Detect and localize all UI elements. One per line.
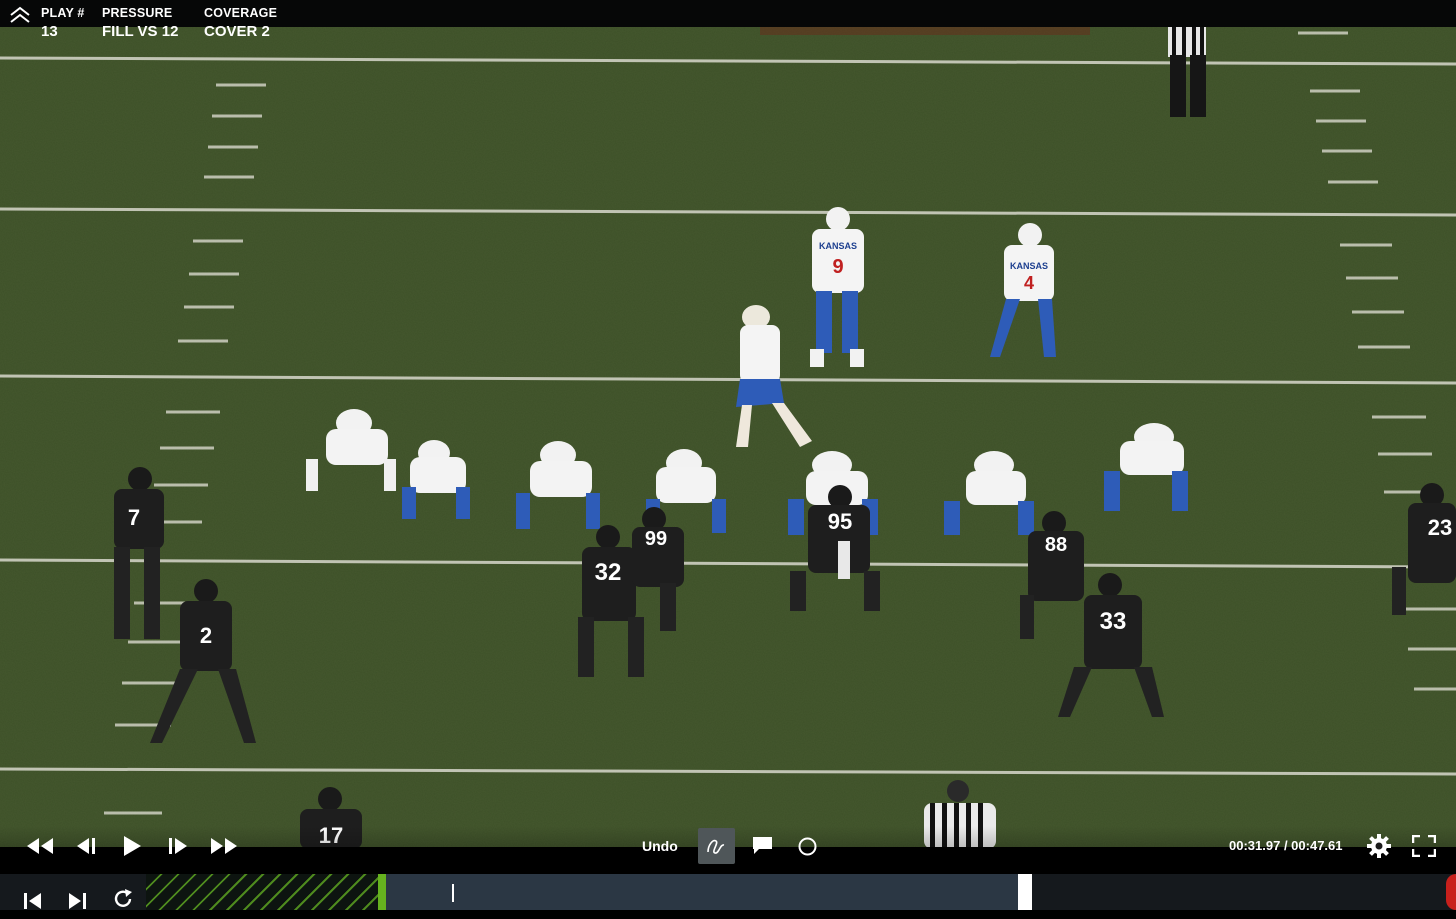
fast-forward-icon[interactable] <box>209 837 239 855</box>
coverage-group: COVERAGE COVER 2 <box>204 7 277 39</box>
time-current: 00:31.97 <box>1229 838 1281 853</box>
time-separator: / <box>1280 838 1292 853</box>
timeline-track[interactable] <box>146 874 1020 910</box>
settings-gear-icon[interactable] <box>1367 834 1391 858</box>
fullscreen-icon[interactable] <box>1412 835 1436 857</box>
play-icon[interactable] <box>122 835 142 857</box>
undo-button[interactable]: Undo <box>642 838 678 854</box>
jersey-number: 2 <box>200 623 212 648</box>
pressure-value: FILL VS 12 <box>102 22 179 40</box>
timeline-end-marker[interactable] <box>1018 874 1032 910</box>
coverage-label: COVERAGE <box>204 6 278 20</box>
jersey-number: 4 <box>1024 273 1034 293</box>
fast-rewind-icon[interactable] <box>25 837 55 855</box>
jersey-number: 23 <box>1428 515 1452 540</box>
jersey-number: 32 <box>595 559 622 586</box>
replay-icon[interactable] <box>112 881 134 917</box>
skip-start-icon[interactable] <box>22 883 44 919</box>
offense-wordmark: KANSAS <box>1010 261 1048 271</box>
time-readout: 00:31.97 / 00:47.61 <box>1229 838 1343 853</box>
video-frame[interactable]: KANSAS 9 KANSAS 4 7 2 32 99 95 88 33 23 <box>0 27 1456 847</box>
skip-end-icon[interactable] <box>66 883 88 919</box>
pressure-group: PRESSURE FILL VS 12 <box>102 7 178 39</box>
comment-icon[interactable] <box>752 836 773 856</box>
draw-pen-icon <box>707 839 725 854</box>
step-back-icon[interactable] <box>75 837 97 855</box>
playhead-marker[interactable] <box>452 884 454 902</box>
jersey-number: 99 <box>645 528 667 550</box>
step-forward-icon[interactable] <box>167 837 189 855</box>
offense-wordmark: KANSAS <box>819 241 857 251</box>
draw-tool-button[interactable] <box>698 828 735 864</box>
jersey-number: 88 <box>1045 534 1067 556</box>
jersey-number: 9 <box>832 256 843 278</box>
played-region <box>146 874 382 910</box>
coverage-value: COVER 2 <box>204 22 270 40</box>
jersey-number: 7 <box>128 505 140 530</box>
play-number-group: PLAY # 13 <box>41 7 85 39</box>
play-number-value: 13 <box>41 22 58 40</box>
play-info-bar: PLAY # 13 PRESSURE FILL VS 12 COVERAGE C… <box>0 0 1456 39</box>
play-number-label: PLAY # <box>41 6 85 20</box>
playback-controls: Undo 00:31.97 / 00:47.61 <box>0 826 1456 866</box>
jersey-number: 95 <box>828 509 852 534</box>
timeline-bar <box>0 874 1456 910</box>
played-edge-marker[interactable] <box>378 874 386 910</box>
timeline-red-marker[interactable] <box>1446 874 1456 910</box>
circle-tool-icon[interactable] <box>797 836 818 857</box>
football-field-scene: KANSAS 9 KANSAS 4 7 2 32 99 95 88 33 23 <box>0 27 1456 847</box>
collapse-chevron-icon[interactable] <box>9 5 31 25</box>
jersey-number: 33 <box>1100 608 1127 635</box>
time-total: 00:47.61 <box>1291 838 1343 853</box>
pressure-label: PRESSURE <box>102 6 173 20</box>
